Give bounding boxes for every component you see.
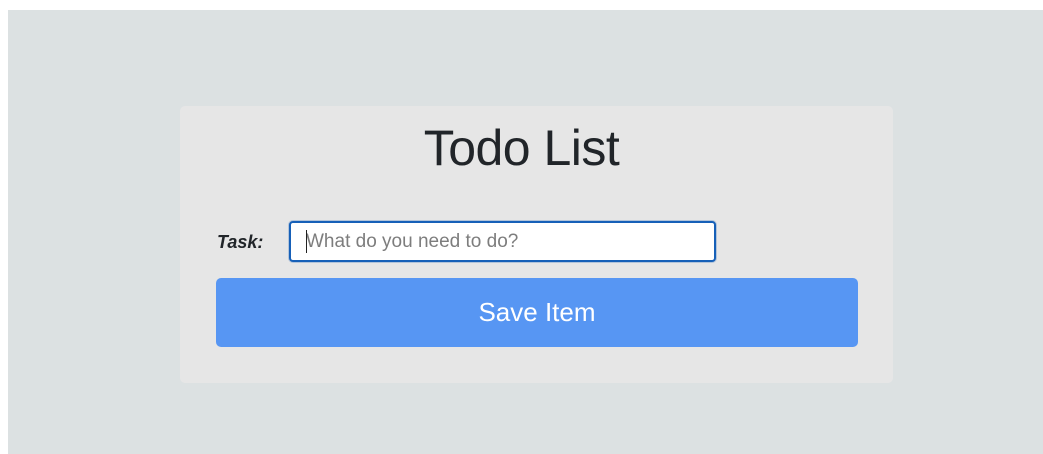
text-cursor bbox=[306, 230, 307, 253]
page-title: Todo List bbox=[423, 120, 620, 176]
save-item-button[interactable]: Save Item bbox=[216, 278, 858, 347]
task-input[interactable] bbox=[289, 221, 716, 262]
task-label: Task: bbox=[217, 232, 264, 252]
